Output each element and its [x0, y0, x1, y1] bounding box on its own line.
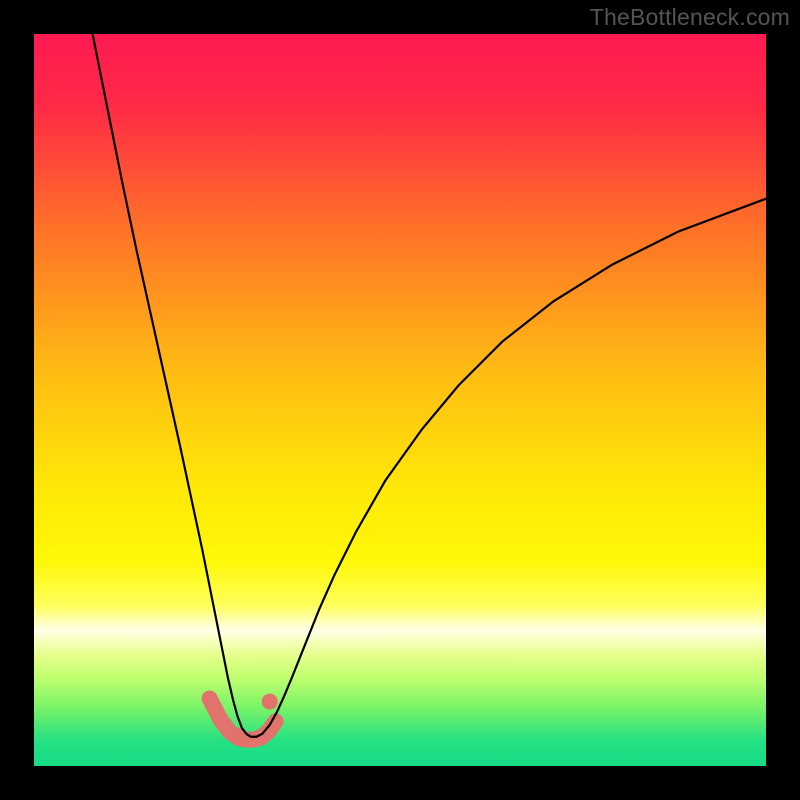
marker-dot [262, 694, 278, 710]
chart-canvas: TheBottleneck.com [0, 0, 800, 800]
marker-dot [213, 712, 229, 728]
gradient-background [34, 34, 766, 766]
chart-svg [34, 34, 766, 766]
watermark-text: TheBottleneck.com [590, 4, 790, 31]
plot-area [34, 34, 766, 766]
marker-dot [202, 691, 218, 707]
